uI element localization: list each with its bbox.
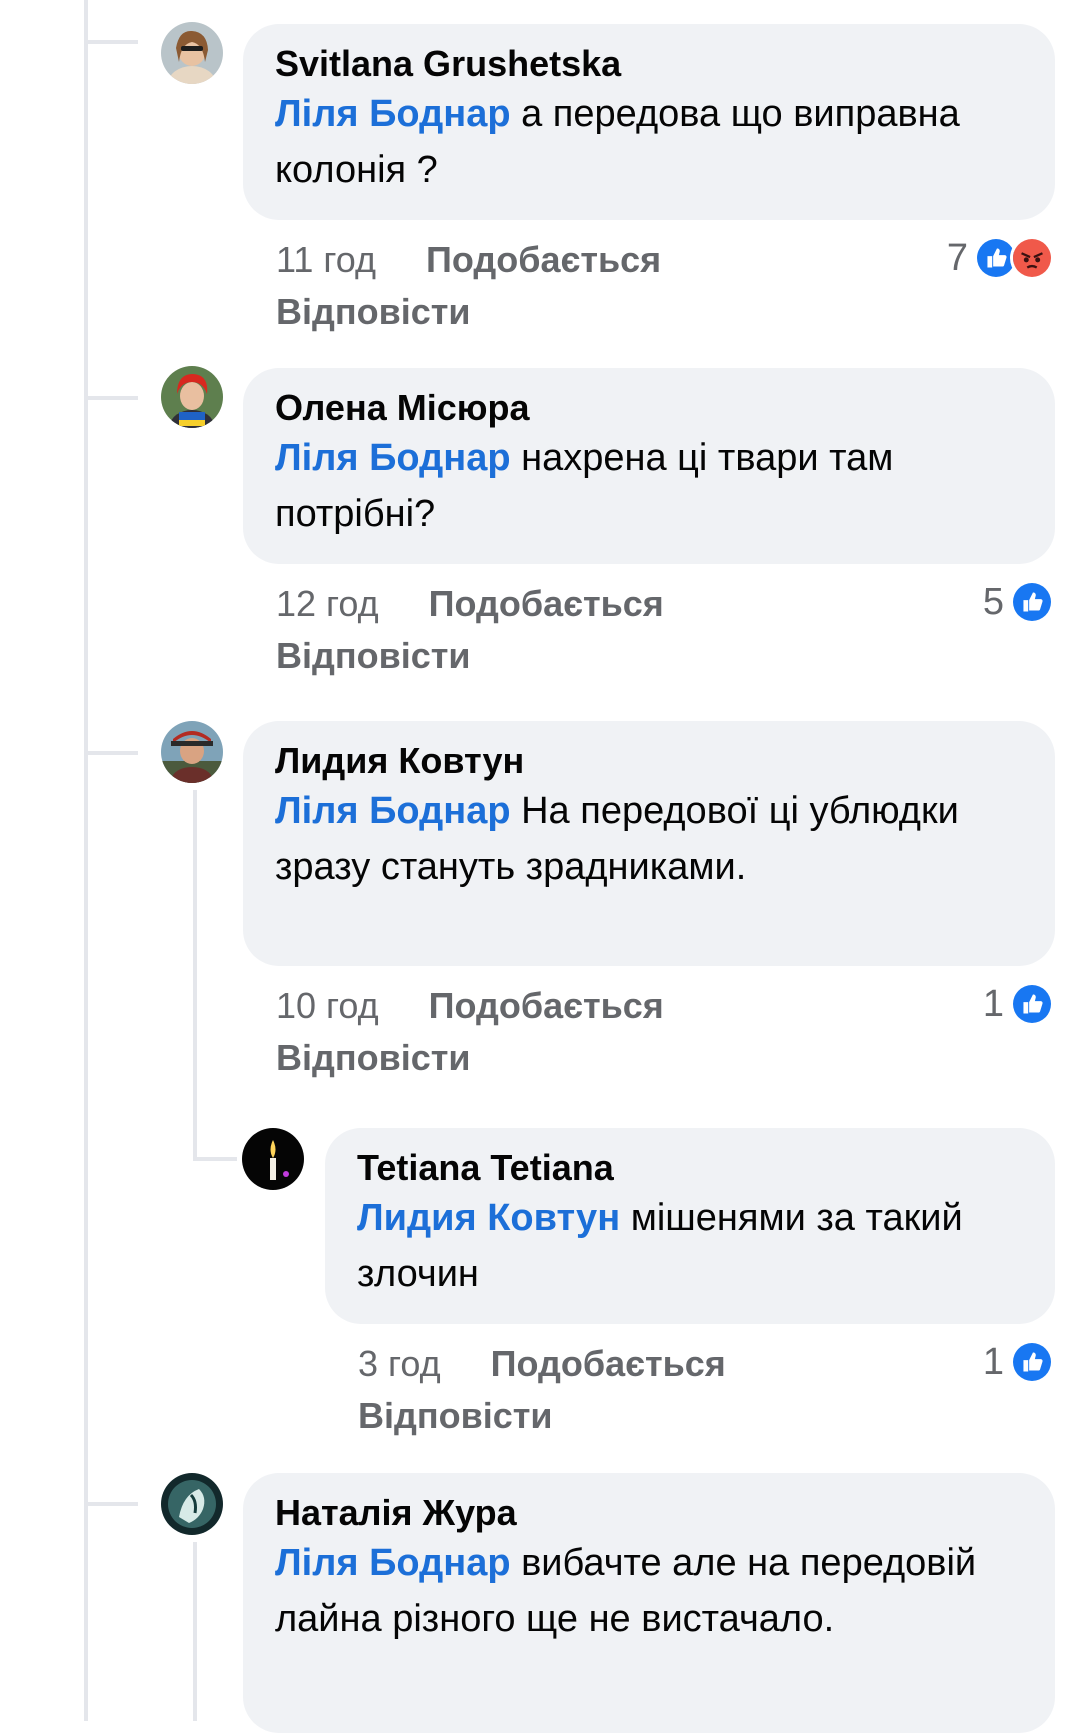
- like-icon: [1010, 1340, 1054, 1384]
- like-button[interactable]: Подобається: [491, 1343, 726, 1384]
- comment-meta: 10 год Подобається Відповісти: [276, 980, 836, 1084]
- thread-line-continuation: [193, 1542, 197, 1721]
- reply-thread-line: [193, 790, 197, 1160]
- mention-link[interactable]: Ліля Боднар: [275, 790, 511, 832]
- comment-meta: 3 год Подобається Відповісти: [358, 1338, 878, 1442]
- like-button[interactable]: Подобається: [429, 583, 664, 624]
- comment-author[interactable]: Олена Місюра: [275, 386, 1023, 430]
- comment-time[interactable]: 3 год: [358, 1343, 441, 1384]
- reaction-count: 5: [982, 580, 1004, 623]
- reaction-count: 7: [946, 236, 968, 279]
- comment-text: Ліля Боднар На передової ці ублюдки зраз…: [275, 783, 1023, 895]
- avatar[interactable]: [161, 721, 223, 783]
- comment-text: Лидия Ковтун мішенями за такий злочин: [357, 1190, 1023, 1302]
- avatar[interactable]: [161, 366, 223, 428]
- like-button[interactable]: Подобається: [429, 985, 664, 1026]
- comment-text: Ліля Боднар а передова що виправна колон…: [275, 86, 1023, 198]
- reply-button[interactable]: Відповісти: [358, 1395, 553, 1436]
- mention-link[interactable]: Лидия Ковтун: [357, 1197, 620, 1239]
- avatar[interactable]: [161, 22, 223, 84]
- comment-bubble: Лидия Ковтун Ліля Боднар На передової ці…: [243, 721, 1055, 966]
- like-button[interactable]: Подобається: [426, 239, 661, 280]
- reaction-summary[interactable]: 5: [983, 580, 1054, 624]
- reaction-count: 1: [982, 982, 1004, 1025]
- comment-text: Ліля Боднар вибачте але на передовій лай…: [275, 1535, 1023, 1647]
- mention-link[interactable]: Ліля Боднар: [275, 437, 511, 479]
- reply-button[interactable]: Відповісти: [276, 291, 471, 332]
- comment-author[interactable]: Наталія Жура: [275, 1491, 1023, 1535]
- like-icon: [1010, 580, 1054, 624]
- avatar[interactable]: [242, 1128, 304, 1190]
- comment-bubble: Олена Місюра Ліля Боднар нахрена ці твар…: [243, 368, 1055, 564]
- thread-connector: [84, 396, 138, 400]
- reaction-summary[interactable]: 1: [983, 1340, 1054, 1384]
- thread-connector: [84, 751, 138, 755]
- comment-time[interactable]: 11 год: [276, 239, 376, 280]
- comment-author[interactable]: Svitlana Grushetska: [275, 42, 1023, 86]
- comment-bubble: Наталія Жура Ліля Боднар вибачте але на …: [243, 1473, 1055, 1733]
- reply-button[interactable]: Відповісти: [276, 1037, 471, 1078]
- comment-bubble: Svitlana Grushetska Ліля Боднар а передо…: [243, 24, 1055, 220]
- comment-meta: 11 год Подобається Відповісти: [276, 234, 836, 338]
- mention-link[interactable]: Ліля Боднар: [275, 93, 511, 135]
- thread-line-main: [84, 0, 88, 1721]
- reaction-count: 1: [982, 1340, 1004, 1383]
- reply-thread-connector: [193, 1157, 237, 1161]
- comment-time[interactable]: 10 год: [276, 985, 379, 1026]
- angry-icon: [1010, 236, 1054, 280]
- mention-link[interactable]: Ліля Боднар: [275, 1542, 511, 1584]
- comment-text: Ліля Боднар нахрена ці твари там потрібн…: [275, 430, 1023, 542]
- avatar[interactable]: [161, 1473, 223, 1535]
- comment-meta: 12 год Подобається Відповісти: [276, 578, 836, 682]
- reply-button[interactable]: Відповісти: [276, 635, 471, 676]
- reaction-summary[interactable]: 1: [983, 982, 1054, 1026]
- comment-author[interactable]: Лидия Ковтун: [275, 739, 1023, 783]
- thread-connector: [84, 40, 138, 44]
- thread-connector: [84, 1502, 138, 1506]
- comment-author[interactable]: Tetiana Tetiana: [357, 1146, 1023, 1190]
- comment-time[interactable]: 12 год: [276, 583, 379, 624]
- like-icon: [1010, 982, 1054, 1026]
- reply-bubble: Tetiana Tetiana Лидия Ковтун мішенями за…: [325, 1128, 1055, 1324]
- reaction-summary[interactable]: 7: [947, 236, 1054, 280]
